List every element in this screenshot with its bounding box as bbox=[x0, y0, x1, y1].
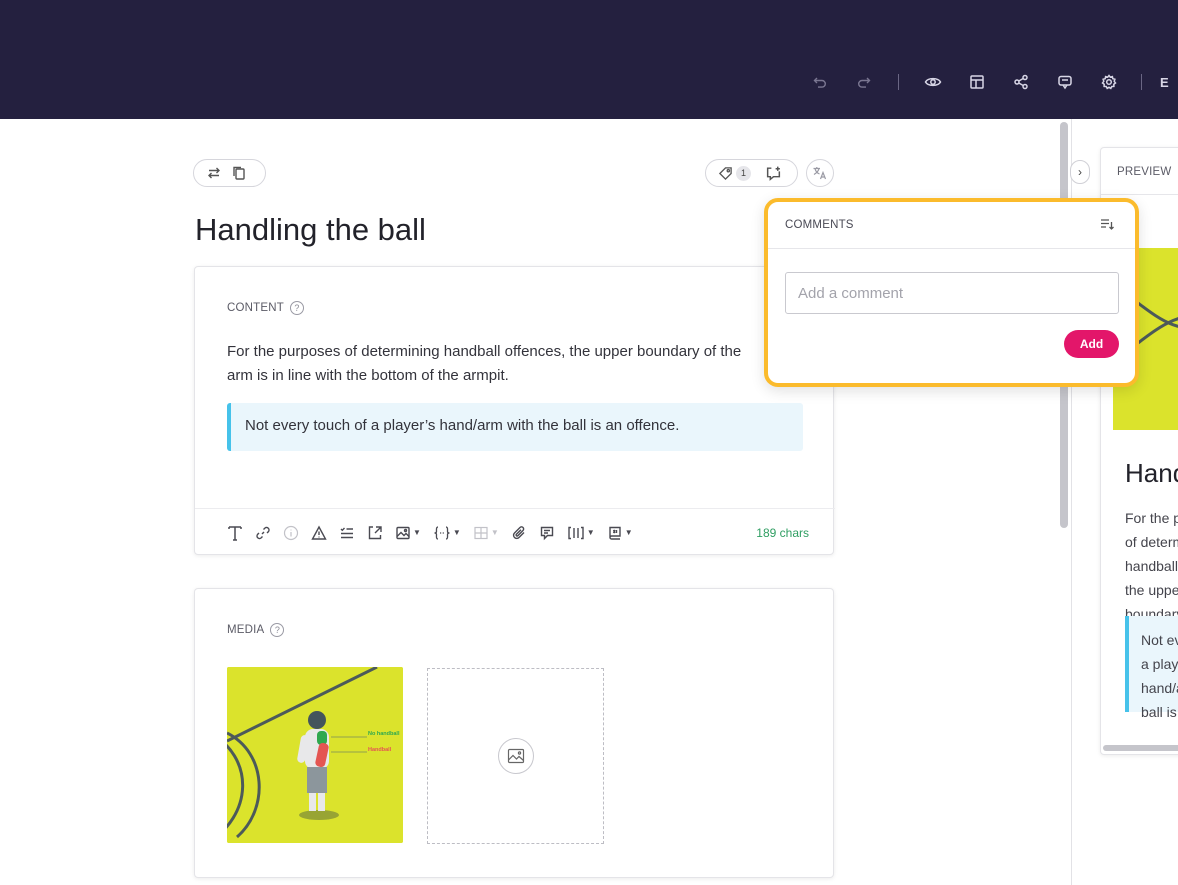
content-label: CONTENT ? bbox=[227, 301, 304, 315]
comments-icon[interactable] bbox=[1053, 70, 1077, 94]
checklist-icon[interactable] bbox=[339, 523, 355, 543]
content-card: CONTENT ? For the purposes of determinin… bbox=[194, 266, 835, 556]
preview-callout: Not every touch of a player’s hand/arm w… bbox=[1125, 616, 1178, 720]
layout-icon[interactable] bbox=[965, 70, 989, 94]
toolbar-cut-label[interactable]: E bbox=[1160, 75, 1169, 90]
tags-group: 1 bbox=[705, 159, 798, 187]
content-label-text: CONTENT bbox=[227, 302, 284, 314]
info-icon[interactable] bbox=[283, 523, 299, 543]
comment-add-icon[interactable] bbox=[765, 165, 782, 182]
image-insert-icon[interactable]: ▼ bbox=[395, 523, 421, 543]
warning-icon[interactable] bbox=[311, 523, 327, 543]
help-icon[interactable]: ? bbox=[270, 623, 285, 637]
translate-icon bbox=[813, 167, 827, 180]
copy-icon[interactable] bbox=[231, 165, 247, 181]
content-line: arm is in line with the bottom of the ar… bbox=[227, 367, 509, 384]
comments-title: COMMENTS bbox=[785, 219, 854, 231]
attachment-icon[interactable] bbox=[511, 523, 527, 543]
add-media-slot[interactable] bbox=[427, 668, 604, 844]
content-callout[interactable]: Not every touch of a player’s hand/arm w… bbox=[227, 403, 803, 451]
gear-icon[interactable] bbox=[1097, 70, 1121, 94]
tag-count-badge: 1 bbox=[736, 165, 751, 181]
help-icon[interactable]: ? bbox=[289, 301, 304, 315]
embed-icon[interactable] bbox=[367, 523, 383, 543]
preview-title: Handling the ball bbox=[1125, 458, 1178, 488]
media-image-handball[interactable]: No handball Handball bbox=[227, 667, 403, 843]
comments-divider bbox=[768, 248, 1135, 249]
undo-icon[interactable] bbox=[808, 70, 832, 94]
link-icon[interactable] bbox=[255, 523, 271, 543]
sort-icon[interactable] bbox=[1099, 216, 1115, 237]
rich-text-toolbar: ▼ ▼ ▼ ▼ ▼ 189 chars bbox=[195, 508, 835, 556]
media-card: MEDIA ? No handball Handball bbox=[194, 588, 834, 878]
redo-icon[interactable] bbox=[852, 70, 876, 94]
table-icon[interactable]: ▼ bbox=[473, 523, 499, 543]
brackets-icon[interactable]: ▼ bbox=[567, 523, 595, 543]
text-format-icon[interactable] bbox=[227, 523, 243, 543]
collapse-preview-button[interactable]: › bbox=[1070, 160, 1090, 184]
template-icon[interactable]: ▼ bbox=[607, 523, 633, 543]
note-icon[interactable] bbox=[539, 523, 555, 543]
preview-scrollbar[interactable] bbox=[1103, 745, 1178, 751]
handball-label: Handball bbox=[368, 747, 392, 753]
top-toolbar: E bbox=[808, 70, 1169, 94]
image-icon bbox=[507, 748, 524, 764]
variable-icon[interactable]: ▼ bbox=[433, 523, 461, 543]
handball-illustration bbox=[227, 667, 403, 843]
switch-copy-group bbox=[193, 159, 266, 187]
toolbar-divider bbox=[898, 74, 899, 90]
eye-icon[interactable] bbox=[921, 70, 945, 94]
share-icon[interactable] bbox=[1009, 70, 1033, 94]
tag-icon[interactable] bbox=[718, 166, 733, 181]
content-paragraph[interactable]: For the purposes of determining handball… bbox=[227, 340, 787, 388]
chevron-right-icon: › bbox=[1078, 165, 1082, 179]
top-bar: E bbox=[0, 0, 1178, 119]
toolbar-divider bbox=[1141, 74, 1142, 90]
media-label-text: MEDIA bbox=[227, 624, 265, 636]
comment-input[interactable] bbox=[785, 272, 1119, 314]
add-comment-button[interactable]: Add bbox=[1064, 330, 1119, 358]
char-count: 189 chars bbox=[756, 526, 809, 540]
comments-popover: COMMENTS Add bbox=[764, 198, 1139, 387]
swap-icon[interactable] bbox=[206, 165, 222, 181]
media-label: MEDIA ? bbox=[227, 623, 285, 637]
page-title: Handling the ball bbox=[195, 212, 426, 247]
add-image-button[interactable] bbox=[497, 738, 534, 774]
no-handball-label: No handball bbox=[368, 731, 400, 737]
preview-divider bbox=[1101, 194, 1178, 195]
preview-label: PREVIEW bbox=[1117, 166, 1172, 178]
content-line: For the purposes of determining handball… bbox=[227, 343, 742, 360]
translate-button[interactable] bbox=[806, 159, 834, 187]
